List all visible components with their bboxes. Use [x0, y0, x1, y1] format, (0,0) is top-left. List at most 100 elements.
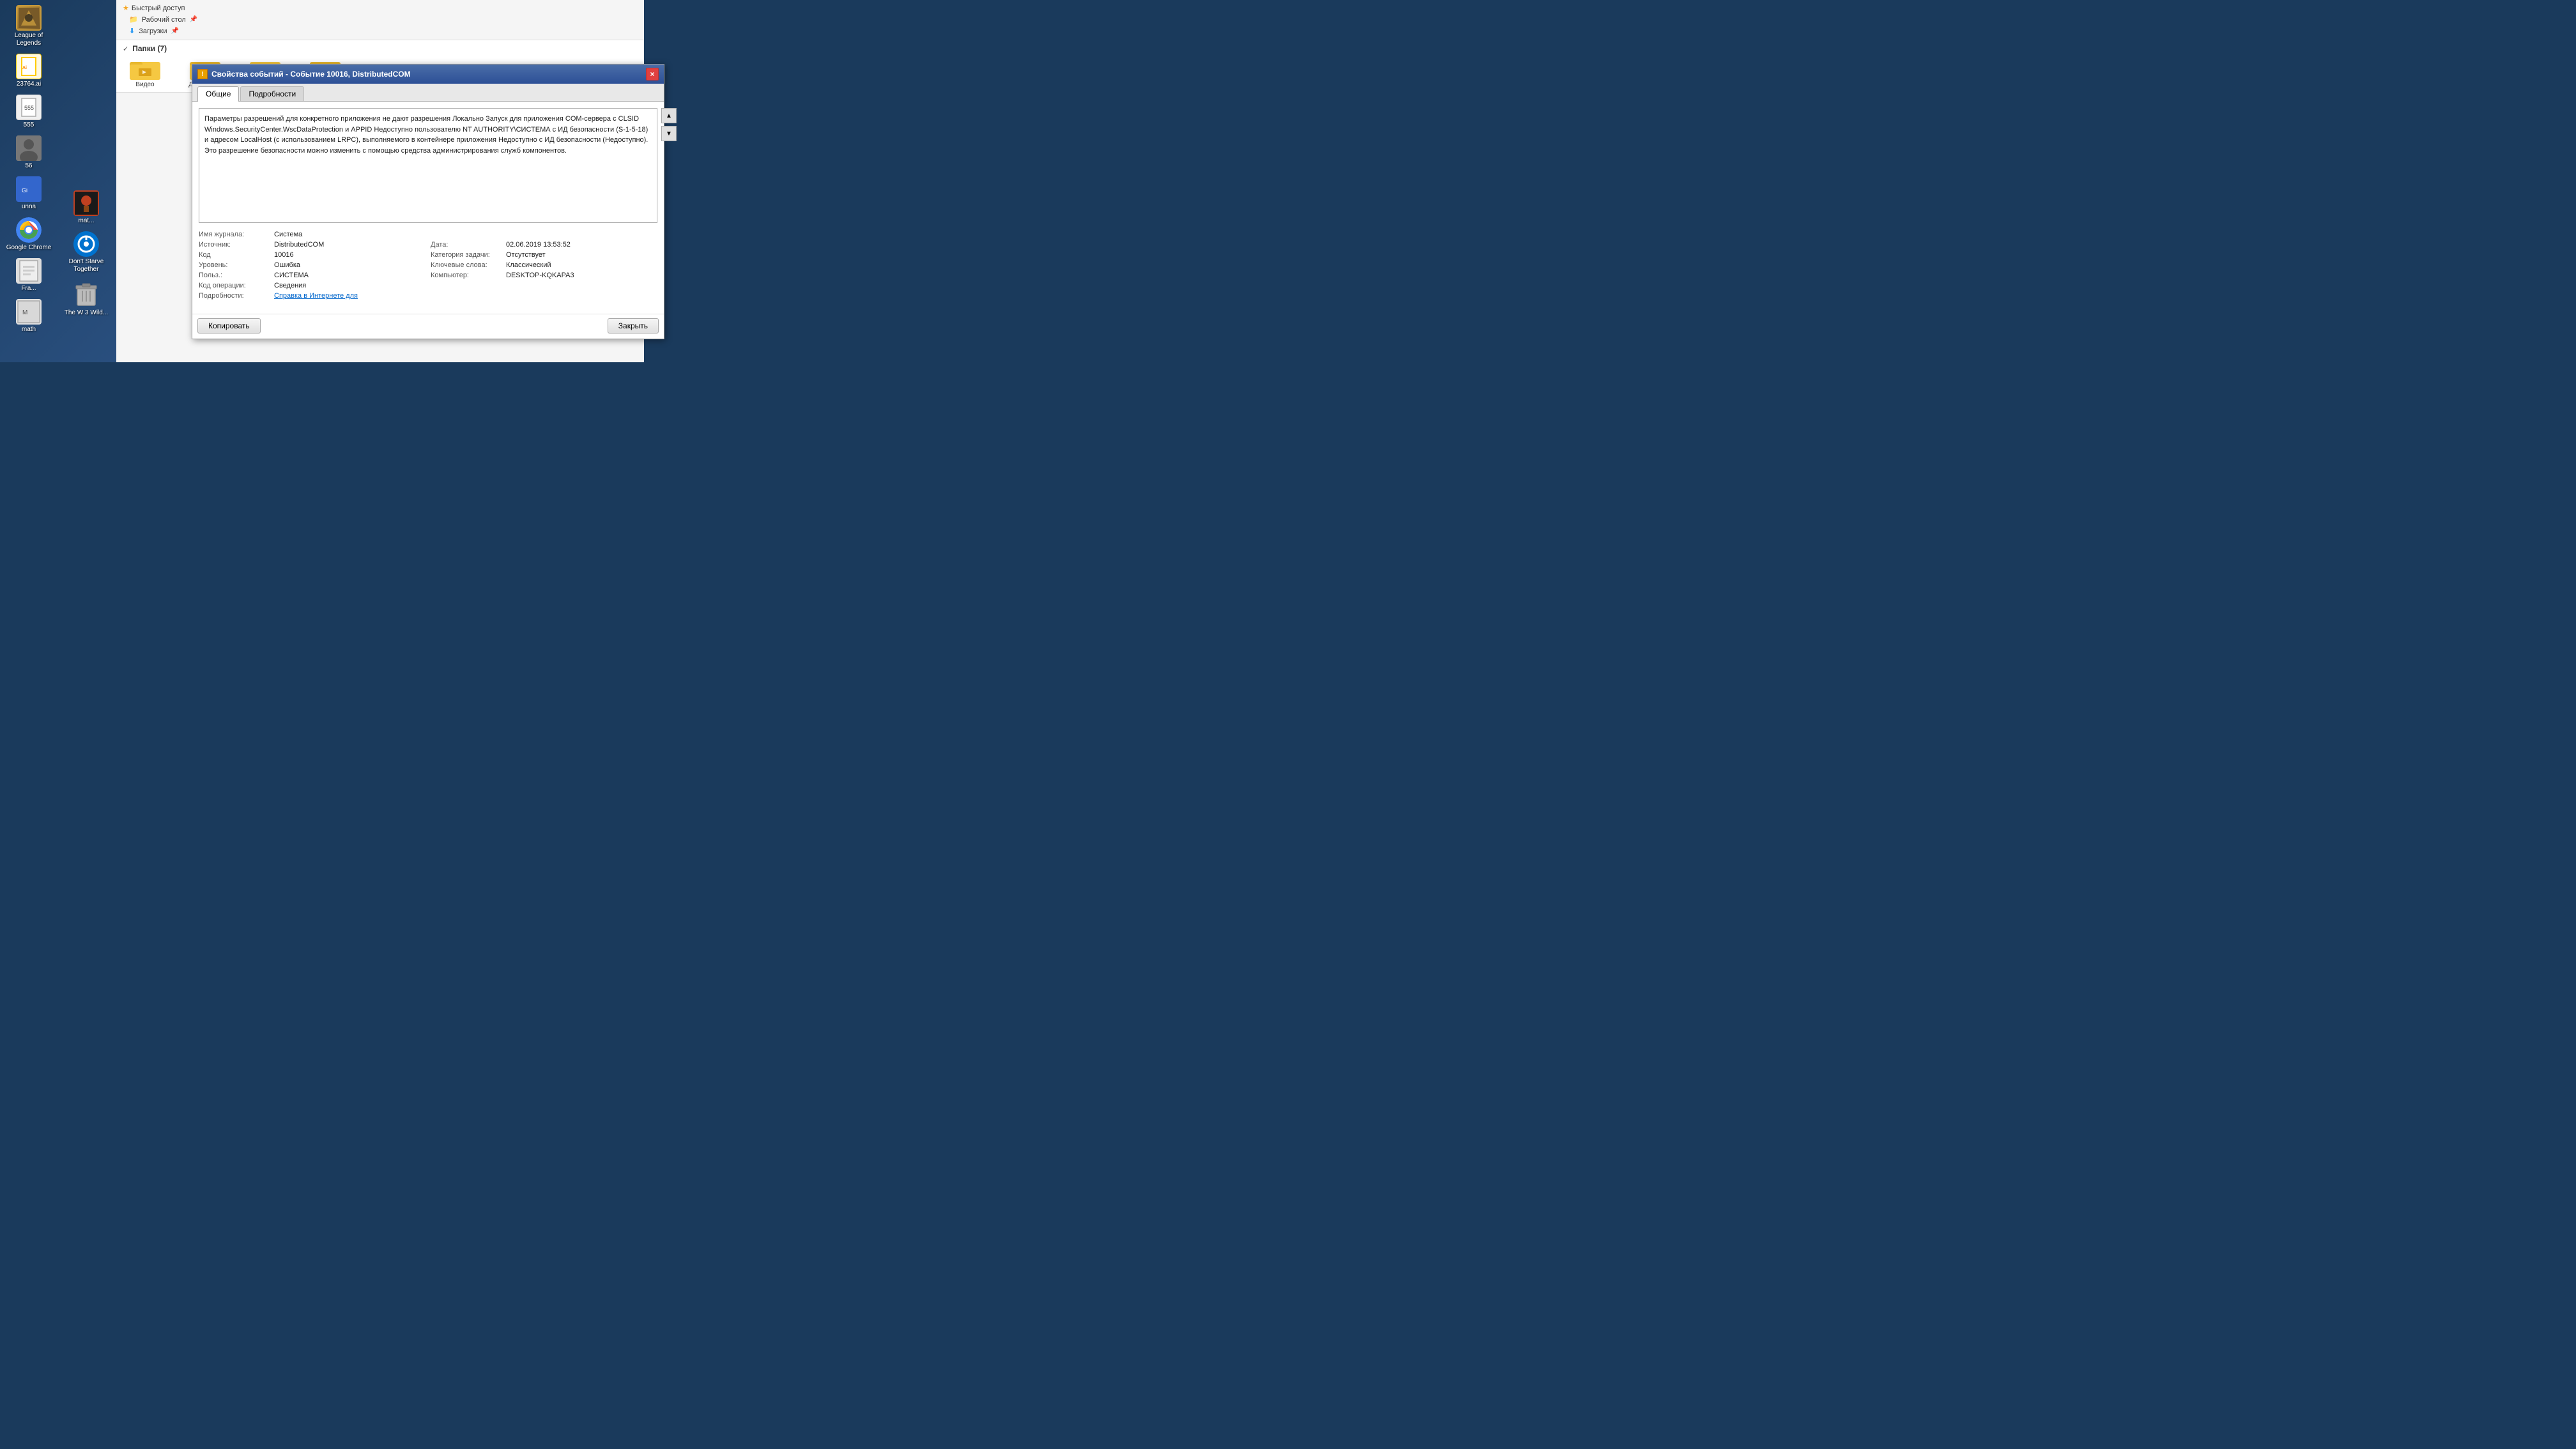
folder-icon: 📁: [129, 15, 138, 24]
chrome-label: Google Chrome: [6, 244, 52, 252]
downloads-nav-label: Загрузки: [139, 27, 167, 35]
computer-label: Компьютер:: [431, 272, 501, 279]
event-properties-dialog: ! Свойства событий - Событие 10016, Dist…: [192, 64, 664, 339]
empty-col4: [431, 292, 501, 300]
user-label: Польз.:: [199, 272, 269, 279]
desktop-icon-fra[interactable]: Fra...: [3, 256, 54, 295]
dst-icon: [73, 190, 99, 216]
file-23764-label: 23764.ai: [17, 80, 41, 88]
message-area: Параметры разрешений для конкретного при…: [199, 108, 657, 223]
folder-video[interactable]: Видео: [123, 57, 167, 88]
fra-icon: [16, 258, 42, 284]
desktop-nav-label: Рабочий стол: [142, 16, 186, 24]
date-value: 02.06.2019 13:53:52: [506, 241, 657, 249]
desktop-icon-555[interactable]: 555 555: [3, 92, 54, 132]
dialog-titlebar: ! Свойства событий - Событие 10016, Dist…: [192, 65, 664, 84]
code-label: Код: [199, 251, 269, 259]
close-dialog-button[interactable]: Закрыть: [608, 318, 659, 334]
desktop: League of Legends Ai 23764.ai 555 555: [0, 0, 644, 362]
op-code-label: Код операции:: [199, 282, 269, 289]
sub-nav: 📁 Рабочий стол 📌 ⬇ Загрузки 📌: [123, 15, 638, 36]
copy-button[interactable]: Копировать: [197, 318, 261, 334]
task-category-value: Отсутствует: [506, 251, 657, 259]
folder-video-label: Видео: [135, 81, 154, 88]
math-icon: M: [16, 299, 42, 325]
star-icon: ★: [123, 4, 129, 12]
date-label: Дата:: [431, 241, 501, 249]
empty-col3: [431, 282, 501, 289]
keywords-value: Классический: [506, 261, 657, 269]
file-555-icon: 555: [16, 95, 42, 120]
file-23764-icon: Ai: [16, 54, 42, 79]
svg-text:555: 555: [24, 105, 34, 111]
message-text: Параметры разрешений для конкретного при…: [204, 115, 648, 155]
nav-downloads[interactable]: ⬇ Загрузки 📌: [128, 26, 638, 36]
message-text-box[interactable]: Параметры разрешений для конкретного при…: [199, 108, 657, 223]
dialog-title-text: Свойства событий - Событие 10016, Distri…: [211, 70, 411, 79]
tab-general[interactable]: Общие: [197, 86, 239, 102]
event-info-grid: Имя журнала: Система Источник: Distribut…: [199, 228, 657, 302]
svg-text:Ai: Ai: [22, 66, 27, 70]
level-label: Уровень:: [199, 261, 269, 269]
code-value: 10016: [274, 251, 425, 259]
trash-icon: [73, 282, 99, 308]
quick-access-label: Быстрый доступ: [132, 4, 185, 12]
quick-access-area: ★ Быстрый доступ 📁 Рабочий стол 📌 ⬇ Загр…: [116, 0, 644, 40]
lol-label: League of Legends: [6, 32, 52, 47]
unna-icon: Gi: [16, 176, 42, 202]
journal-value: Система: [274, 231, 425, 238]
quick-access-item[interactable]: ★ Быстрый доступ: [123, 4, 185, 12]
dialog-content: Параметры разрешений для конкретного при…: [192, 102, 664, 314]
folders-header: ✓ Папки (7): [123, 44, 638, 53]
journal-label: Имя журнала:: [199, 231, 269, 238]
desktop-icon-lol[interactable]: League of Legends: [3, 3, 54, 50]
desktop-icon-56[interactable]: 56: [3, 133, 54, 172]
dialog-app-icon: !: [197, 69, 208, 79]
uplay-icon: [73, 231, 99, 257]
nav-desktop[interactable]: 📁 Рабочий стол 📌: [128, 15, 638, 24]
dialog-footer: Копировать Закрыть: [192, 314, 664, 339]
op-code-value: Сведения: [274, 282, 425, 289]
unna-label: unna: [22, 203, 36, 211]
fra-label: Fra...: [21, 285, 36, 293]
empty-val3: [506, 282, 657, 289]
desktop-icon-math[interactable]: M math: [3, 296, 54, 336]
dialog-title-area: ! Свойства событий - Событие 10016, Dist…: [197, 69, 411, 79]
desktop-icon-trash[interactable]: The W 3 Wild...: [61, 280, 112, 319]
person-56-icon: [16, 135, 42, 161]
file-555-label: 555: [24, 121, 34, 129]
computer-value: DESKTOP-KQKAPA3: [506, 272, 657, 279]
pin-icon: 📌: [190, 16, 197, 23]
math-label: math: [22, 326, 36, 334]
uplay-label: Don't Starve Together: [63, 258, 109, 273]
desktop-icon-23764[interactable]: Ai 23764.ai: [3, 51, 54, 91]
svg-text:M: M: [22, 309, 27, 316]
trash-label: The W 3 Wild...: [65, 309, 108, 317]
download-icon: ⬇: [129, 27, 135, 35]
empty-val4: [506, 292, 657, 300]
dialog-close-button[interactable]: ×: [646, 68, 659, 80]
scroll-up-btn[interactable]: ▲: [661, 108, 677, 123]
desktop-icon-uplay[interactable]: Don't Starve Together: [61, 229, 112, 276]
lol-icon: [16, 5, 42, 31]
tab-details[interactable]: Подробности: [240, 86, 304, 101]
level-value: Ошибка: [274, 261, 425, 269]
chrome-icon: [16, 217, 42, 243]
task-category-label: Категория задачи:: [431, 251, 501, 259]
icon-56-label: 56: [25, 162, 32, 170]
pin-icon2: 📌: [171, 27, 179, 34]
source-label: Источник:: [199, 241, 269, 249]
dialog-tabs: Общие Подробности: [192, 84, 664, 102]
desktop-icons-panel: League of Legends Ai 23764.ai 555 555: [0, 0, 57, 362]
desktop-icon-chrome[interactable]: Google Chrome: [3, 215, 54, 254]
desktop-icon-unna[interactable]: Gi unna: [3, 174, 54, 213]
empty-col1: [431, 231, 501, 238]
details-link[interactable]: Справка в Интернете для: [274, 292, 425, 300]
desktop-icon-dst[interactable]: mat...: [61, 188, 112, 227]
folders-title: Папки (7): [132, 44, 167, 53]
scroll-controls: ▲ ▼: [661, 108, 677, 141]
empty-val1: [506, 231, 657, 238]
folder-video-icon: [130, 57, 160, 81]
scroll-down-btn[interactable]: ▼: [661, 126, 677, 141]
dst-label: mat...: [78, 217, 94, 225]
